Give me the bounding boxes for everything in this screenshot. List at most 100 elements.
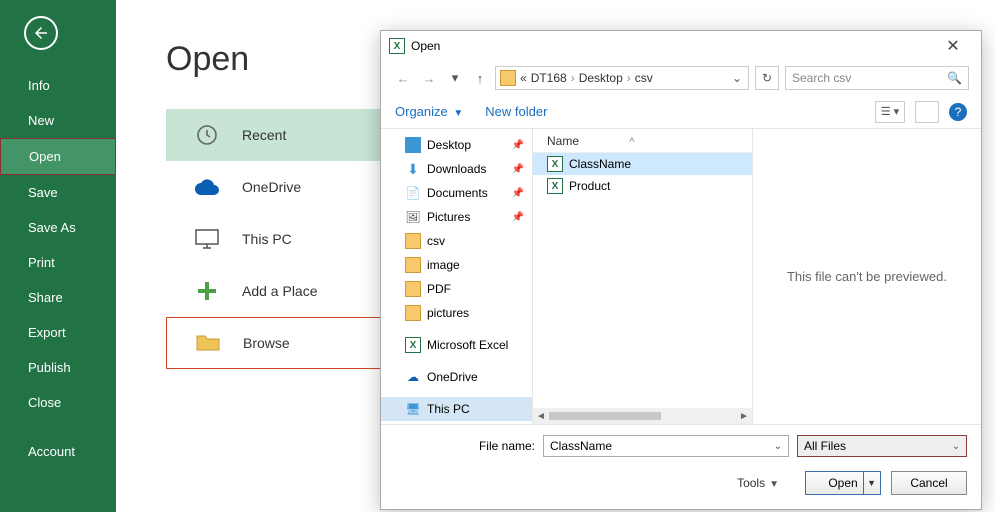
sidebar-item-info[interactable]: Info xyxy=(0,68,116,103)
chevron-down-icon[interactable]: ▼ xyxy=(867,478,876,488)
sidebar-item-export[interactable]: Export xyxy=(0,315,116,350)
file-name-label: File name: xyxy=(395,439,535,453)
address-bar[interactable]: « DT168 › Desktop › csv ⌄ xyxy=(495,66,749,90)
search-icon: 🔍 xyxy=(947,71,962,85)
sidebar-item-share[interactable]: Share xyxy=(0,280,116,315)
search-placeholder: Search csv xyxy=(792,71,851,85)
backstage-sidebar: Info New Open Save Save As Print Share E… xyxy=(0,0,116,512)
chevron-down-icon: ▼ xyxy=(769,479,779,490)
view-mode-button[interactable]: ☰ ▾ xyxy=(875,101,905,123)
pictures-icon: 🖼 xyxy=(405,209,421,225)
breadcrumb-seg[interactable]: DT168 xyxy=(531,71,567,85)
nav-forward[interactable]: → xyxy=(419,71,439,86)
tree-excel[interactable]: XMicrosoft Excel xyxy=(381,333,532,357)
clock-icon xyxy=(194,122,220,148)
chevron-right-icon: › xyxy=(571,71,575,85)
refresh-button[interactable]: ↻ xyxy=(755,66,779,90)
tree-image[interactable]: image xyxy=(381,253,532,277)
file-name-input[interactable]: ClassName⌄ xyxy=(543,435,789,457)
scroll-left-icon[interactable]: ◄ xyxy=(533,411,549,422)
nav-up[interactable]: ↑ xyxy=(471,71,489,86)
pin-icon: 📌 xyxy=(512,188,524,199)
dialog-footer: File name: ClassName⌄ All Files⌄ Tools▼ … xyxy=(381,424,981,509)
folder-open-icon xyxy=(195,330,221,356)
sidebar-item-account[interactable]: Account xyxy=(0,434,116,469)
close-button[interactable]: ✕ xyxy=(933,36,973,56)
breadcrumb-seg[interactable]: Desktop xyxy=(579,71,623,85)
monitor-icon: 🖥 xyxy=(405,401,421,417)
breadcrumb-prefix: « xyxy=(520,71,527,85)
scroll-right-icon[interactable]: ► xyxy=(736,411,752,422)
breadcrumb-seg[interactable]: csv xyxy=(635,71,653,85)
place-label: Browse xyxy=(243,335,290,351)
chevron-down-icon[interactable]: ⌄ xyxy=(774,441,782,452)
open-button[interactable]: Open▼ xyxy=(805,471,881,495)
folder-icon xyxy=(405,257,421,273)
column-header-name[interactable]: Name˄ xyxy=(533,129,752,153)
dialog-navbar: ← → ▾ ↑ « DT168 › Desktop › csv ⌄ ↻ Sear… xyxy=(381,61,981,95)
file-row[interactable]: XClassName xyxy=(533,153,752,175)
chevron-down-icon[interactable]: ▾ xyxy=(445,70,465,86)
excel-file-icon: X xyxy=(547,156,563,172)
new-folder-button[interactable]: New folder xyxy=(485,104,547,119)
cancel-button[interactable]: Cancel xyxy=(891,471,967,495)
search-input[interactable]: Search csv 🔍 xyxy=(785,66,969,90)
place-label: Add a Place xyxy=(242,283,318,299)
pin-icon: 📌 xyxy=(512,212,524,223)
sidebar-item-new[interactable]: New xyxy=(0,103,116,138)
tree-csv[interactable]: csv xyxy=(381,229,532,253)
folder-icon xyxy=(405,233,421,249)
tree-pdf[interactable]: PDF xyxy=(381,277,532,301)
excel-file-icon: X xyxy=(547,178,563,194)
desktop-icon xyxy=(405,137,421,153)
place-label: This PC xyxy=(242,231,292,247)
tools-menu[interactable]: Tools▼ xyxy=(737,476,779,490)
tree-desktop[interactable]: Desktop📌 xyxy=(381,133,532,157)
file-list: Name˄ XClassName XProduct ◄► xyxy=(533,129,753,424)
pin-icon: 📌 xyxy=(512,164,524,175)
tree-thispc[interactable]: 🖥This PC xyxy=(381,397,532,421)
tree-downloads[interactable]: ⬇Downloads📌 xyxy=(381,157,532,181)
preview-pane: This file can't be previewed. xyxy=(753,129,981,424)
cloud-icon xyxy=(194,174,220,200)
address-dropdown[interactable]: ⌄ xyxy=(730,71,744,85)
place-label: Recent xyxy=(242,127,286,143)
tree-onedrive[interactable]: ☁OneDrive xyxy=(381,365,532,389)
tree-documents[interactable]: 📄Documents📌 xyxy=(381,181,532,205)
chevron-down-icon[interactable]: ⌄ xyxy=(952,441,960,452)
pin-icon: 📌 xyxy=(512,140,524,151)
nav-tree[interactable]: Desktop📌 ⬇Downloads📌 📄Documents📌 🖼Pictur… xyxy=(381,129,533,424)
organize-menu[interactable]: Organize ▼ xyxy=(395,104,463,119)
dialog-title: Open xyxy=(411,39,440,53)
tree-pictures[interactable]: 🖼Pictures📌 xyxy=(381,205,532,229)
excel-icon: X xyxy=(405,337,421,353)
back-button[interactable] xyxy=(24,16,58,50)
sidebar-item-publish[interactable]: Publish xyxy=(0,350,116,385)
excel-icon: X xyxy=(389,38,405,54)
file-row[interactable]: XProduct xyxy=(533,175,752,197)
monitor-icon xyxy=(194,226,220,252)
folder-icon xyxy=(405,305,421,321)
chevron-right-icon: › xyxy=(627,71,631,85)
arrow-left-icon xyxy=(32,24,50,42)
sidebar-item-open[interactable]: Open xyxy=(0,138,116,175)
sidebar-item-close[interactable]: Close xyxy=(0,385,116,420)
sidebar-item-print[interactable]: Print xyxy=(0,245,116,280)
nav-back[interactable]: ← xyxy=(393,71,413,86)
horizontal-scrollbar[interactable]: ◄► xyxy=(533,408,752,424)
sort-asc-icon: ˄ xyxy=(629,135,635,146)
file-type-select[interactable]: All Files⌄ xyxy=(797,435,967,457)
tree-pictures2[interactable]: pictures xyxy=(381,301,532,325)
document-icon: 📄 xyxy=(405,185,421,201)
folder-icon xyxy=(405,281,421,297)
sidebar-item-save[interactable]: Save xyxy=(0,175,116,210)
sidebar-item-saveas[interactable]: Save As xyxy=(0,210,116,245)
cloud-icon: ☁ xyxy=(405,369,421,385)
dialog-titlebar: X Open ✕ xyxy=(381,31,981,61)
preview-pane-button[interactable] xyxy=(915,101,939,123)
help-button[interactable]: ? xyxy=(949,103,967,121)
plus-icon xyxy=(194,278,220,304)
folder-icon xyxy=(500,70,516,86)
preview-message: This file can't be previewed. xyxy=(787,269,947,284)
dialog-toolbar: Organize ▼ New folder ☰ ▾ ? xyxy=(381,95,981,129)
